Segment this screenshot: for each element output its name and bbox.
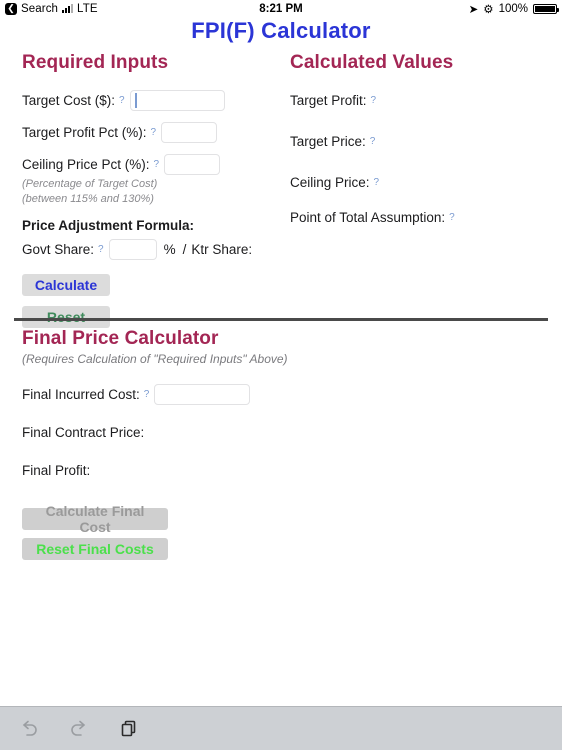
help-icon[interactable]: ?: [374, 177, 380, 188]
target-cost-row: Target Cost ($): ?: [22, 90, 282, 111]
final-incurred-cost-row: Final Incurred Cost: ?: [22, 384, 442, 405]
calculated-values-section: Calculated Values Target Profit: ? Targe…: [290, 52, 552, 239]
final-incurred-cost-input[interactable]: [154, 384, 251, 405]
reset-button[interactable]: Reset: [22, 306, 110, 328]
target-cost-input[interactable]: [129, 90, 225, 111]
reset-final-costs-button[interactable]: Reset Final Costs: [22, 538, 168, 560]
help-icon[interactable]: ?: [144, 389, 150, 400]
price-adjustment-formula-row: Govt Share: ? % / Ktr Share:: [22, 239, 282, 260]
formula-separator: /: [182, 242, 187, 257]
calculate-button[interactable]: Calculate: [22, 274, 110, 296]
redo-icon[interactable]: [66, 716, 92, 742]
help-icon[interactable]: ?: [151, 127, 157, 138]
final-contract-price-label: Final Contract Price:: [22, 425, 145, 440]
battery-full-icon: [533, 3, 559, 14]
final-price-calculator-section: Final Price Calculator (Requires Calcula…: [22, 328, 442, 560]
target-profit-label: Target Profit:: [290, 93, 367, 108]
ceiling-price-pct-row: Ceiling Price Pct (%): ?: [22, 154, 282, 175]
help-icon[interactable]: ?: [371, 95, 377, 106]
status-bar-right: ➤ ⚙ 100%: [468, 2, 559, 16]
price-adjustment-formula-title: Price Adjustment Formula:: [22, 218, 195, 233]
battery-percent-label: 100%: [498, 2, 528, 15]
ktr-share-label: Ktr Share:: [191, 242, 253, 257]
location-arrow-icon: ➤: [468, 3, 479, 16]
section-divider: [14, 318, 548, 321]
help-icon[interactable]: ?: [154, 159, 160, 170]
help-icon[interactable]: ?: [370, 136, 376, 147]
ceiling-price-row: Ceiling Price: ?: [290, 172, 552, 193]
ceiling-price-label: Ceiling Price:: [290, 175, 370, 190]
point-of-total-assumption-row: Point of Total Assumption: ?: [290, 207, 552, 228]
target-profit-pct-input[interactable]: [161, 122, 218, 143]
text-caret-icon: [134, 93, 137, 108]
final-price-heading: Final Price Calculator: [22, 328, 219, 349]
govt-share-label: Govt Share:: [22, 242, 95, 257]
required-inputs-section: Required Inputs Target Cost ($): ? Targe…: [22, 52, 282, 328]
ceiling-price-pct-label: Ceiling Price Pct (%):: [22, 157, 150, 172]
help-icon[interactable]: ?: [98, 244, 104, 255]
help-icon[interactable]: ?: [119, 95, 125, 106]
ceiling-price-pct-input[interactable]: [164, 154, 221, 175]
help-icon[interactable]: ?: [449, 212, 455, 223]
status-bar: ❮ Search LTE 8:21 PM ➤ ⚙ 100%: [0, 0, 562, 17]
ceiling-note-2: (between 115% and 130%): [22, 193, 154, 205]
copy-paste-icon[interactable]: [116, 716, 142, 742]
required-inputs-heading: Required Inputs: [22, 52, 169, 73]
target-profit-pct-row: Target Profit Pct (%): ?: [22, 122, 282, 143]
percent-sign: %: [163, 242, 176, 257]
target-profit-row: Target Profit: ?: [290, 90, 552, 111]
target-profit-pct-label: Target Profit Pct (%):: [22, 125, 147, 140]
calculate-final-cost-button[interactable]: Calculate Final Cost: [22, 503, 168, 535]
target-price-label: Target Price:: [290, 134, 366, 149]
final-contract-price-row: Final Contract Price:: [22, 422, 442, 443]
final-profit-label: Final Profit:: [22, 463, 91, 478]
page-title: FPI(F) Calculator: [191, 18, 371, 43]
bluetooth-icon: ⚙: [483, 3, 494, 16]
target-cost-label: Target Cost ($):: [22, 93, 116, 108]
undo-icon[interactable]: [16, 716, 42, 742]
point-of-total-assumption-label: Point of Total Assumption:: [290, 210, 446, 225]
final-profit-row: Final Profit:: [22, 460, 442, 481]
bottom-toolbar: [0, 706, 562, 750]
ceiling-note-1: (Percentage of Target Cost): [22, 178, 158, 190]
final-incurred-cost-label: Final Incurred Cost:: [22, 387, 140, 402]
final-price-subtitle: (Requires Calculation of "Required Input…: [22, 352, 288, 366]
govt-share-input[interactable]: [108, 239, 157, 260]
calculated-values-heading: Calculated Values: [290, 52, 454, 73]
target-price-row: Target Price: ?: [290, 131, 552, 152]
